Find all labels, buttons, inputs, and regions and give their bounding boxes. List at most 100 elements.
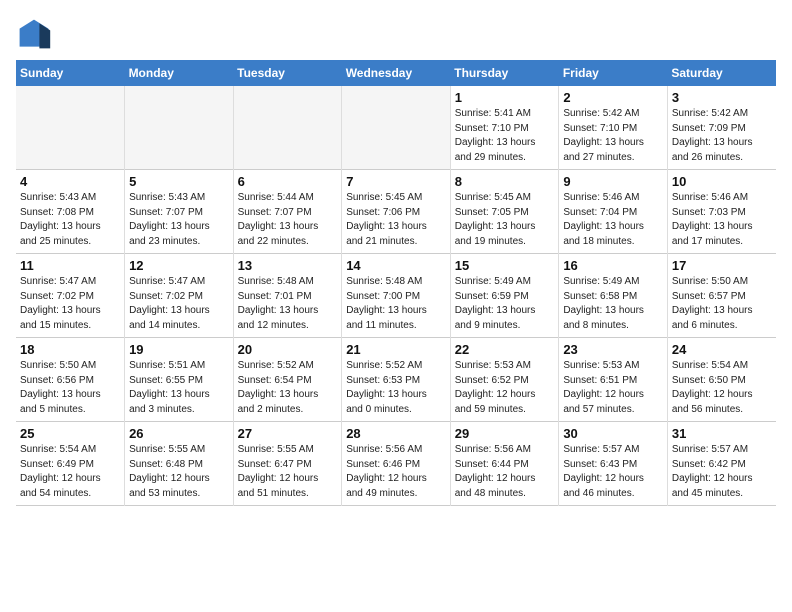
calendar-week-row: 25 Sunrise: 5:54 AM Sunset: 6:49 PM Dayli… — [16, 422, 776, 506]
day-info: Sunrise: 5:55 AM Sunset: 6:48 PM Dayligh… — [129, 443, 229, 501]
day-info: Sunrise: 5:47 AM Sunset: 7:02 PM Dayligh… — [129, 275, 229, 333]
page-header — [16, 16, 776, 52]
day-number: 31 — [672, 426, 772, 441]
calendar-cell: 30Sunrise: 5:57 AM Sunset: 6:43 PM Dayli… — [559, 422, 668, 506]
weekday-header: Wednesday — [342, 60, 451, 86]
day-info: Sunrise: 5:53 AM Sunset: 6:51 PM Dayligh… — [563, 359, 663, 417]
calendar-cell: 15 Sunrise: 5:49 AM Sunset: 6:59 PM Dayli… — [450, 254, 559, 338]
day-info: Sunrise: 5:45 AM Sunset: 7:05 PM Dayligh… — [455, 191, 555, 249]
calendar-cell: 20Sunrise: 5:52 AM Sunset: 6:54 PM Dayli… — [233, 338, 342, 422]
day-info: Sunrise: 5:49 AM Sunset: 6:59 PM Dayligh… — [455, 275, 555, 333]
day-number: 8 — [455, 174, 555, 189]
day-info: Sunrise: 5:57 AM Sunset: 6:43 PM Dayligh… — [563, 443, 663, 501]
day-number: 11 — [20, 258, 120, 273]
day-info: Sunrise: 5:53 AM Sunset: 6:52 PM Dayligh… — [455, 359, 555, 417]
day-info: Sunrise: 5:43 AM Sunset: 7:07 PM Dayligh… — [129, 191, 229, 249]
logo-icon — [16, 16, 52, 52]
calendar-cell: 26 Sunrise: 5:55 AM Sunset: 6:48 PM Dayli… — [125, 422, 234, 506]
calendar-cell: 12 Sunrise: 5:47 AM Sunset: 7:02 PM Dayli… — [125, 254, 234, 338]
day-number: 27 — [238, 426, 338, 441]
day-number: 18 — [20, 342, 120, 357]
day-info: Sunrise: 5:48 AM Sunset: 7:01 PM Dayligh… — [238, 275, 338, 333]
calendar-week-row: 18 Sunrise: 5:50 AM Sunset: 6:56 PM Dayli… — [16, 338, 776, 422]
calendar-cell: 11 Sunrise: 5:47 AM Sunset: 7:02 PM Dayli… — [16, 254, 125, 338]
calendar-cell: 1 Sunrise: 5:41 AM Sunset: 7:10 PM Daylig… — [450, 86, 559, 170]
calendar-cell — [342, 86, 451, 170]
day-number: 20 — [238, 342, 338, 357]
calendar-cell: 8 Sunrise: 5:45 AM Sunset: 7:05 PM Daylig… — [450, 170, 559, 254]
calendar-cell: 22 Sunrise: 5:53 AM Sunset: 6:52 PM Dayli… — [450, 338, 559, 422]
calendar-cell: 13Sunrise: 5:48 AM Sunset: 7:01 PM Dayli… — [233, 254, 342, 338]
calendar-cell: 24 Sunrise: 5:54 AM Sunset: 6:50 PM Dayli… — [667, 338, 776, 422]
calendar-week-row: 11 Sunrise: 5:47 AM Sunset: 7:02 PM Dayli… — [16, 254, 776, 338]
day-number: 10 — [672, 174, 772, 189]
day-info: Sunrise: 5:51 AM Sunset: 6:55 PM Dayligh… — [129, 359, 229, 417]
day-number: 25 — [20, 426, 120, 441]
day-number: 4 — [20, 174, 120, 189]
day-info: Sunrise: 5:46 AM Sunset: 7:03 PM Dayligh… — [672, 191, 772, 249]
day-number: 3 — [672, 90, 772, 105]
day-number: 19 — [129, 342, 229, 357]
calendar-cell: 5Sunrise: 5:43 AM Sunset: 7:07 PM Daylig… — [125, 170, 234, 254]
day-info: Sunrise: 5:56 AM Sunset: 6:44 PM Dayligh… — [455, 443, 555, 501]
day-info: Sunrise: 5:50 AM Sunset: 6:57 PM Dayligh… — [672, 275, 772, 333]
day-number: 17 — [672, 258, 772, 273]
day-number: 24 — [672, 342, 772, 357]
day-number: 9 — [563, 174, 663, 189]
day-number: 14 — [346, 258, 446, 273]
day-info: Sunrise: 5:52 AM Sunset: 6:53 PM Dayligh… — [346, 359, 446, 417]
day-info: Sunrise: 5:57 AM Sunset: 6:42 PM Dayligh… — [672, 443, 772, 501]
calendar-cell — [233, 86, 342, 170]
day-number: 1 — [455, 90, 555, 105]
day-number: 12 — [129, 258, 229, 273]
day-info: Sunrise: 5:44 AM Sunset: 7:07 PM Dayligh… — [238, 191, 338, 249]
day-number: 26 — [129, 426, 229, 441]
calendar-header: SundayMondayTuesdayWednesdayThursdayFrid… — [16, 60, 776, 86]
day-info: Sunrise: 5:42 AM Sunset: 7:10 PM Dayligh… — [563, 107, 663, 165]
calendar-cell: 23 Sunrise: 5:53 AM Sunset: 6:51 PM Dayli… — [559, 338, 668, 422]
day-number: 7 — [346, 174, 446, 189]
calendar-cell: 19 Sunrise: 5:51 AM Sunset: 6:55 PM Dayli… — [125, 338, 234, 422]
calendar-week-row: 4Sunrise: 5:43 AM Sunset: 7:08 PM Daylig… — [16, 170, 776, 254]
calendar-cell: 10 Sunrise: 5:46 AM Sunset: 7:03 PM Dayli… — [667, 170, 776, 254]
calendar-cell: 16 Sunrise: 5:49 AM Sunset: 6:58 PM Dayli… — [559, 254, 668, 338]
day-number: 29 — [455, 426, 555, 441]
day-number: 23 — [563, 342, 663, 357]
calendar-cell: 6 Sunrise: 5:44 AM Sunset: 7:07 PM Daylig… — [233, 170, 342, 254]
day-number: 15 — [455, 258, 555, 273]
weekday-header: Sunday — [16, 60, 125, 86]
weekday-header: Saturday — [667, 60, 776, 86]
day-info: Sunrise: 5:46 AM Sunset: 7:04 PM Dayligh… — [563, 191, 663, 249]
calendar-cell: 27 Sunrise: 5:55 AM Sunset: 6:47 PM Dayli… — [233, 422, 342, 506]
day-info: Sunrise: 5:47 AM Sunset: 7:02 PM Dayligh… — [20, 275, 120, 333]
day-number: 28 — [346, 426, 446, 441]
day-number: 22 — [455, 342, 555, 357]
day-number: 6 — [238, 174, 338, 189]
calendar-cell: 17 Sunrise: 5:50 AM Sunset: 6:57 PM Dayli… — [667, 254, 776, 338]
day-info: Sunrise: 5:41 AM Sunset: 7:10 PM Dayligh… — [455, 107, 555, 165]
calendar-table: SundayMondayTuesdayWednesdayThursdayFrid… — [16, 60, 776, 506]
day-number: 21 — [346, 342, 446, 357]
calendar-cell: 31 Sunrise: 5:57 AM Sunset: 6:42 PM Dayli… — [667, 422, 776, 506]
weekday-header: Friday — [559, 60, 668, 86]
day-info: Sunrise: 5:56 AM Sunset: 6:46 PM Dayligh… — [346, 443, 446, 501]
calendar-cell: 29 Sunrise: 5:56 AM Sunset: 6:44 PM Dayli… — [450, 422, 559, 506]
weekday-header: Thursday — [450, 60, 559, 86]
calendar-cell: 7 Sunrise: 5:45 AM Sunset: 7:06 PM Daylig… — [342, 170, 451, 254]
day-info: Sunrise: 5:55 AM Sunset: 6:47 PM Dayligh… — [238, 443, 338, 501]
day-info: Sunrise: 5:54 AM Sunset: 6:50 PM Dayligh… — [672, 359, 772, 417]
day-info: Sunrise: 5:45 AM Sunset: 7:06 PM Dayligh… — [346, 191, 446, 249]
calendar-cell — [125, 86, 234, 170]
day-info: Sunrise: 5:50 AM Sunset: 6:56 PM Dayligh… — [20, 359, 120, 417]
day-number: 2 — [563, 90, 663, 105]
day-info: Sunrise: 5:49 AM Sunset: 6:58 PM Dayligh… — [563, 275, 663, 333]
logo — [16, 16, 56, 52]
day-info: Sunrise: 5:54 AM Sunset: 6:49 PM Dayligh… — [20, 443, 120, 501]
day-info: Sunrise: 5:42 AM Sunset: 7:09 PM Dayligh… — [672, 107, 772, 165]
calendar-cell: 28 Sunrise: 5:56 AM Sunset: 6:46 PM Dayli… — [342, 422, 451, 506]
day-number: 16 — [563, 258, 663, 273]
day-info: Sunrise: 5:48 AM Sunset: 7:00 PM Dayligh… — [346, 275, 446, 333]
calendar-body: 1 Sunrise: 5:41 AM Sunset: 7:10 PM Daylig… — [16, 86, 776, 506]
header-row: SundayMondayTuesdayWednesdayThursdayFrid… — [16, 60, 776, 86]
weekday-header: Monday — [125, 60, 234, 86]
